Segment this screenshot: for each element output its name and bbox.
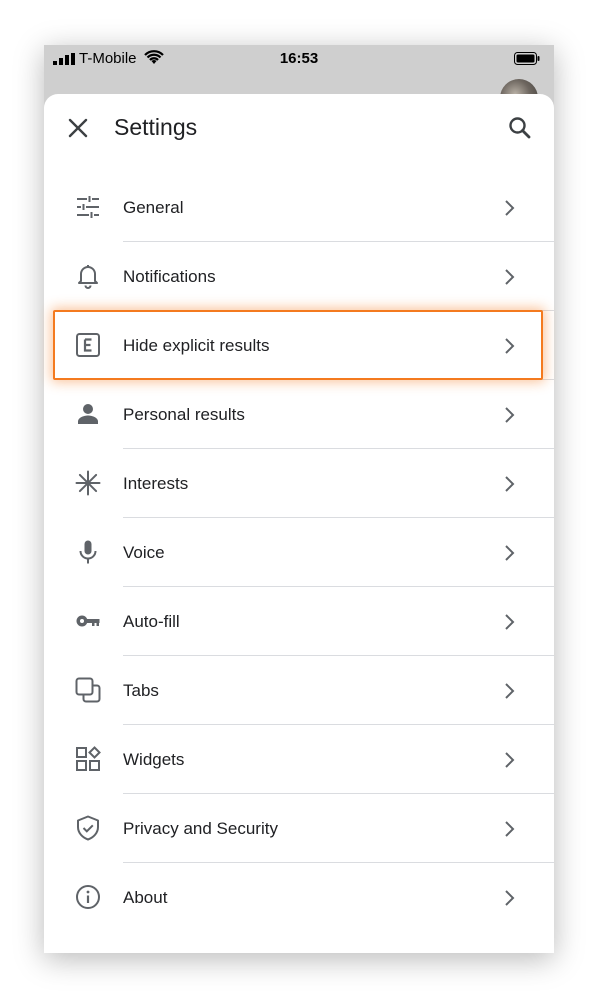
menu-item-auto-fill[interactable]: Auto-fill xyxy=(44,587,554,656)
menu-item-hide-explicit-results[interactable]: Hide explicit results xyxy=(44,311,554,380)
person-icon xyxy=(78,404,98,424)
bell-icon xyxy=(78,265,98,289)
menu-item-label: Hide explicit results xyxy=(123,336,270,355)
menu-item-voice[interactable]: Voice xyxy=(44,518,554,587)
menu-item-label: Interests xyxy=(123,474,189,493)
chevron-right-icon xyxy=(505,545,515,561)
chevron-right-icon xyxy=(505,821,515,837)
menu-item-label: Widgets xyxy=(123,750,185,769)
close-icon[interactable] xyxy=(64,114,92,142)
menu-item-label: Auto-fill xyxy=(123,612,180,631)
tune-sliders-icon xyxy=(77,196,99,218)
menu-item-tabs[interactable]: Tabs xyxy=(44,656,554,725)
menu-item-widgets[interactable]: Widgets xyxy=(44,725,554,794)
chevron-right-icon xyxy=(505,338,515,354)
search-icon[interactable] xyxy=(506,114,534,142)
chevron-right-icon xyxy=(505,614,515,630)
menu-item-label: Voice xyxy=(123,543,165,562)
tabs-icon xyxy=(75,677,101,703)
chevron-right-icon xyxy=(505,269,515,285)
page-title: Settings xyxy=(114,114,198,140)
menu-item-general[interactable]: General xyxy=(44,173,554,242)
asterisk-icon xyxy=(75,470,101,496)
status-bar: T-Mobile 16:53 xyxy=(44,45,554,71)
info-icon xyxy=(76,885,100,909)
explicit-icon xyxy=(76,333,100,357)
chevron-right-icon xyxy=(505,407,515,423)
menu-item-notifications[interactable]: Notifications xyxy=(44,242,554,311)
menu-item-personal-results[interactable]: Personal results xyxy=(44,380,554,449)
phone-screen: T-Mobile 16:53 Settings General Notifica… xyxy=(44,45,554,953)
menu-item-label: Tabs xyxy=(123,681,159,700)
menu-item-label: Personal results xyxy=(123,405,245,424)
chevron-right-icon xyxy=(505,890,515,906)
settings-menu: General Notifications Hide explicit resu… xyxy=(44,173,554,932)
chevron-right-icon xyxy=(505,683,515,699)
widgets-icon xyxy=(76,746,101,771)
microphone-icon xyxy=(79,540,97,564)
menu-item-label: Privacy and Security xyxy=(123,819,278,838)
menu-item-label: General xyxy=(123,198,184,217)
menu-item-about[interactable]: About xyxy=(44,863,554,932)
chevron-right-icon xyxy=(505,200,515,216)
battery-icon xyxy=(514,52,540,65)
menu-item-label: About xyxy=(123,888,168,907)
menu-item-interests[interactable]: Interests xyxy=(44,449,554,518)
menu-item-privacy-and-security[interactable]: Privacy and Security xyxy=(44,794,554,863)
key-icon xyxy=(76,615,100,627)
chevron-right-icon xyxy=(505,476,515,492)
chevron-right-icon xyxy=(505,752,515,768)
status-time: 16:53 xyxy=(279,50,319,67)
shield-icon xyxy=(77,815,99,841)
menu-item-label: Notifications xyxy=(123,267,216,286)
settings-header: Settings xyxy=(44,94,554,162)
